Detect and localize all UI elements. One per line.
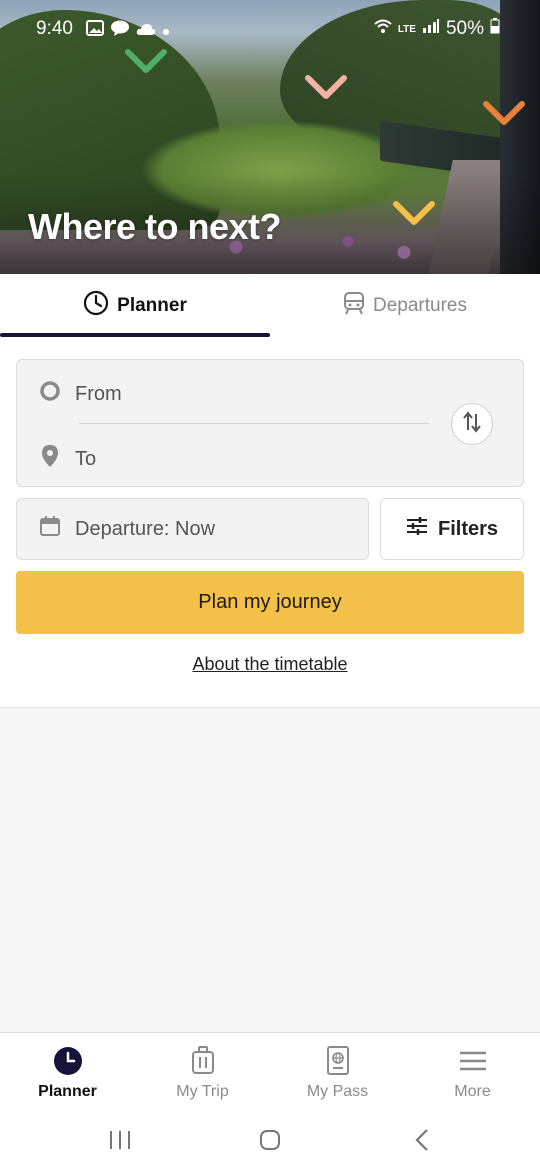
recent-apps-icon[interactable] [106, 1126, 134, 1154]
wifi-icon [374, 18, 392, 40]
filters-button[interactable]: Filters [380, 498, 524, 560]
hero-title: Where to next? [28, 206, 282, 247]
sliders-icon [406, 516, 428, 542]
status-bar: 9:40 LTE 50% [0, 14, 540, 46]
chevron-orange-icon [482, 100, 526, 126]
location-pin-icon [39, 444, 61, 474]
chevron-green-icon [124, 48, 168, 74]
signal-icon [422, 18, 440, 40]
bottom-navigation: Planner My Trip My Pass More [0, 1032, 540, 1112]
route-divider [79, 423, 429, 424]
origin-circle-icon [39, 380, 61, 408]
chat-bubble-icon [110, 20, 130, 42]
luggage-icon [187, 1045, 219, 1077]
status-time: 9:40 [36, 18, 73, 39]
to-field[interactable]: To [39, 444, 96, 474]
status-right-icons: LTE 50% [374, 18, 500, 40]
departure-label: Departure: Now [75, 517, 216, 540]
clock-filled-icon [52, 1045, 84, 1077]
nav-planner-label: Planner [38, 1083, 97, 1100]
filters-label: Filters [437, 517, 499, 540]
to-placeholder: To [75, 447, 97, 470]
passport-icon [322, 1045, 354, 1077]
nav-my-trip-label: My Trip [176, 1083, 229, 1100]
nav-planner[interactable]: Planner [0, 1033, 135, 1113]
from-field[interactable]: From [39, 380, 122, 408]
back-icon[interactable] [408, 1126, 436, 1154]
status-notification-icons [86, 20, 170, 42]
journey-planner-form: From To Departure: Now Filters Plan my j… [0, 338, 540, 708]
system-navigation-bar [0, 1112, 540, 1170]
swap-arrows-icon [461, 410, 483, 439]
tab-planner-label: Planner [117, 295, 187, 316]
nav-more-label: More [454, 1083, 491, 1100]
nav-my-pass-label: My Pass [306, 1083, 369, 1100]
network-type: LTE [397, 23, 416, 35]
gallery-icon [86, 20, 104, 42]
battery-icon [490, 18, 500, 40]
nav-more[interactable]: More [405, 1033, 540, 1113]
tab-departures-label: Departures [373, 295, 467, 316]
about-timetable-link[interactable]: About the timetable [0, 654, 540, 675]
departure-time-field[interactable]: Departure: Now [16, 498, 369, 560]
chevron-pink-icon [304, 74, 348, 100]
chevron-yellow-icon [392, 200, 436, 226]
from-placeholder: From [75, 382, 122, 405]
route-box: From To [16, 359, 524, 487]
tab-active-indicator [0, 333, 270, 337]
cloud-icon [136, 20, 156, 42]
section-divider [0, 707, 540, 708]
tab-departures[interactable]: Departures [270, 274, 540, 338]
planner-tabs: Planner Departures [0, 274, 540, 338]
dot-icon [162, 20, 170, 42]
calendar-icon [39, 515, 61, 543]
menu-icon [457, 1045, 489, 1077]
clock-icon [83, 290, 109, 322]
swap-button[interactable] [451, 403, 493, 445]
train-icon [343, 291, 365, 321]
plan-journey-button[interactable]: Plan my journey [16, 571, 524, 634]
tab-planner[interactable]: Planner [0, 274, 270, 338]
nav-my-trip[interactable]: My Trip [135, 1033, 270, 1113]
nav-my-pass[interactable]: My Pass [270, 1033, 405, 1113]
home-icon[interactable] [256, 1126, 284, 1154]
battery-level: 50% [445, 18, 484, 39]
